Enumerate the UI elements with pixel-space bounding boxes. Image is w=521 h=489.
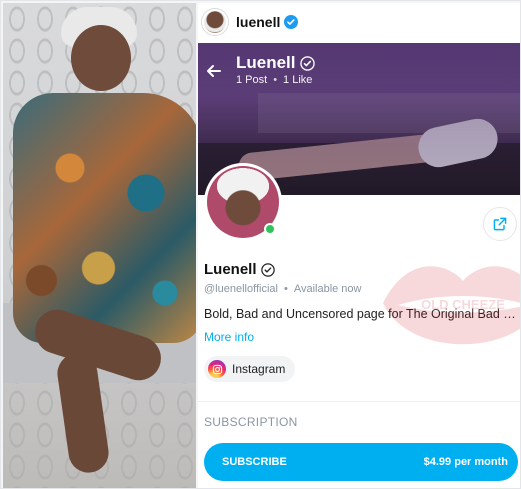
- instagram-label: Instagram: [232, 362, 286, 376]
- stats-separator: •: [273, 74, 278, 86]
- top-username[interactable]: luenell: [236, 14, 280, 30]
- section-divider: [198, 401, 520, 402]
- share-button[interactable]: [483, 207, 517, 241]
- cover-title: Luenell: [236, 53, 315, 73]
- verified-badge-icon: [284, 15, 299, 29]
- profile-bio: Bold, Bad and Uncensored page for The Or…: [204, 307, 520, 321]
- photo-head: [71, 25, 131, 91]
- profile-name: Luenell: [204, 261, 275, 278]
- verified-check-icon: [299, 55, 315, 71]
- top-bar: luenell: [198, 3, 520, 41]
- post-count[interactable]: 1 Post: [236, 74, 267, 86]
- handle-separator: •: [283, 283, 288, 295]
- share-icon: [493, 217, 507, 231]
- more-info-link[interactable]: More info: [204, 330, 254, 344]
- cover-stats: 1 Post • 1 Like: [236, 74, 312, 86]
- instagram-icon: [208, 360, 226, 378]
- left-photo: [3, 3, 196, 488]
- profile-avatar[interactable]: [204, 163, 282, 241]
- subscription-heading: SUBSCRIPTION: [204, 415, 298, 429]
- photo-dress: [13, 93, 196, 343]
- online-indicator: [264, 223, 276, 235]
- subscribe-label: SUBSCRIBE: [222, 456, 287, 468]
- profile-card: luenell Luenell 1 Post • 1 Like Luenell …: [198, 3, 520, 488]
- verified-check-icon: [260, 262, 275, 277]
- cover-name: Luenell: [236, 53, 296, 72]
- profile-display-name: Luenell: [204, 261, 257, 278]
- back-arrow-icon[interactable]: [204, 61, 224, 81]
- instagram-link-chip[interactable]: Instagram: [204, 356, 296, 382]
- screenshot-frame: luenell Luenell 1 Post • 1 Like Luenell …: [0, 0, 521, 489]
- profile-handle: @luenellofficial: [204, 283, 278, 295]
- small-avatar[interactable]: [202, 9, 228, 35]
- subscription-price: $4.99 per month: [423, 456, 508, 468]
- availability-status: Available now: [293, 283, 362, 295]
- subscribe-button[interactable]: SUBSCRIBE $4.99 per month: [204, 443, 518, 481]
- handle-row: @luenellofficial • Available now: [204, 283, 362, 295]
- like-count[interactable]: 1 Like: [283, 74, 312, 86]
